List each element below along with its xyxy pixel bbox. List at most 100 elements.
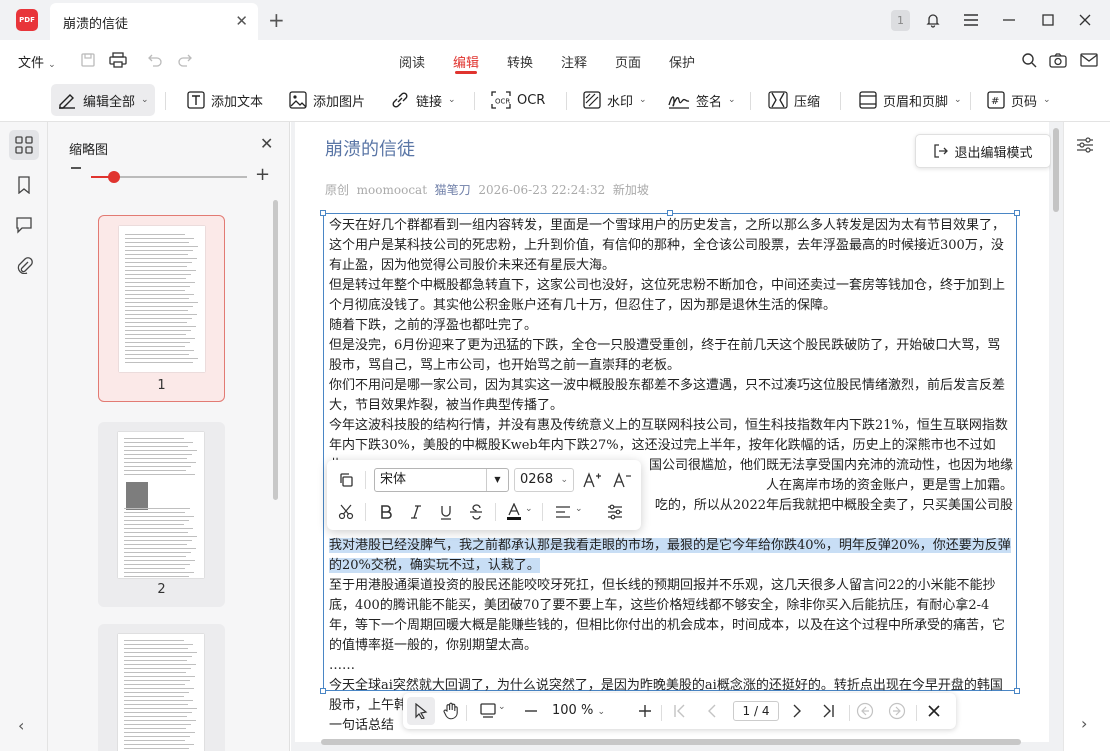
- add-image-button[interactable]: 添加图片: [283, 84, 371, 116]
- tab-read[interactable]: 阅读: [399, 52, 425, 71]
- thumbnail-scrollbar[interactable]: [273, 200, 278, 500]
- hand-icon[interactable]: [440, 700, 462, 722]
- redo-icon[interactable]: [175, 50, 195, 70]
- zoom-in-button[interactable]: [634, 700, 656, 722]
- paragraph-fragment[interactable]: 国公司很尴尬，他们既无法享受国内充沛的流动性，也因为地缘: [629, 456, 1013, 476]
- bookmark-icon[interactable]: [9, 170, 39, 200]
- italic-icon[interactable]: [405, 501, 427, 523]
- thumbnail-page-2[interactable]: 2: [98, 422, 225, 607]
- paragraph[interactable]: 你们不用问是哪一家公司，因为其实这一波中概股股东都差不多这遭遇，只不过凑巧这位股…: [329, 376, 1013, 416]
- undo-icon[interactable]: [145, 50, 165, 70]
- bold-icon[interactable]: [375, 501, 397, 523]
- cursor-icon[interactable]: [410, 700, 432, 722]
- file-menu[interactable]: 文件 ⌄: [18, 52, 56, 71]
- chevron-down-icon[interactable]: ⌄: [525, 504, 533, 514]
- notification-bell-icon[interactable]: [921, 8, 945, 32]
- tab-edit[interactable]: 编辑: [453, 52, 479, 71]
- align-left-icon[interactable]: [552, 501, 574, 523]
- selected-paragraph[interactable]: 我对港股已经没脾气，我之前都承认那是我看走眼的市场，最狠的是它今年给你跌40%，…: [329, 536, 1013, 576]
- resize-handle[interactable]: [1014, 210, 1020, 216]
- ocr-button[interactable]: OCR OCR: [485, 84, 551, 116]
- exit-edit-mode-button[interactable]: 退出编辑模式: [915, 134, 1051, 168]
- paragraph-fragment[interactable]: 人在离岸市场的资金账户，更是雪上加霜。: [629, 476, 1013, 496]
- text-selection[interactable]: 我对港股已经没脾气，我之前都承认那是我看走眼的市场，最狠的是它今年给你跌40%，…: [329, 538, 1011, 573]
- minimize-icon[interactable]: [997, 8, 1021, 32]
- save-icon[interactable]: [78, 50, 98, 70]
- font-color-icon[interactable]: [503, 501, 525, 523]
- expand-panel-icon[interactable]: ›: [1081, 714, 1087, 733]
- close-window-icon[interactable]: [1073, 8, 1097, 32]
- compress-button[interactable]: 压缩: [762, 84, 826, 116]
- underline-icon[interactable]: [435, 501, 457, 523]
- thumbnail-page-1[interactable]: 1: [98, 215, 225, 402]
- back-icon[interactable]: [854, 700, 876, 722]
- thumbnails-icon[interactable]: [9, 130, 39, 160]
- zoom-out-button[interactable]: [520, 700, 542, 722]
- strikethrough-icon[interactable]: [465, 501, 487, 523]
- paragraph[interactable]: ……: [329, 656, 1013, 676]
- view-mode-icon[interactable]: [477, 700, 499, 722]
- resize-handle[interactable]: [320, 210, 326, 216]
- new-tab-icon[interactable]: +: [268, 8, 285, 32]
- font-size-select[interactable]: 0268 ⌄: [514, 468, 574, 492]
- paragraph[interactable]: 但是没完，6月份迎来了更为迅猛的下跌，全仓一只股遭受重创，终于在前几天这个股民跌…: [329, 336, 1013, 376]
- increase-font-size-icon[interactable]: [581, 469, 603, 491]
- tab-count-badge[interactable]: 1: [891, 10, 910, 31]
- last-page-icon[interactable]: [817, 700, 839, 722]
- thumbnail-zoom-slider[interactable]: [91, 171, 247, 183]
- thumbnail-zoom-handle[interactable]: [108, 171, 121, 183]
- properties-icon[interactable]: [1076, 136, 1094, 158]
- close-tab-icon[interactable]: ✕: [235, 12, 248, 30]
- attachment-icon[interactable]: [9, 250, 39, 280]
- chevron-down-icon[interactable]: ⌄: [575, 504, 583, 514]
- cut-icon[interactable]: [335, 501, 357, 523]
- paragraph-fragment[interactable]: 吃的，所以从2022年后我就把中概股全卖了，只买美国公司股: [629, 496, 1013, 516]
- search-icon[interactable]: [1019, 50, 1039, 70]
- paragraph[interactable]: 随着下跌，之前的浮盈也都吐完了。: [329, 316, 1013, 336]
- edit-all-button[interactable]: 编辑全部 ⌄: [51, 84, 155, 116]
- mail-icon[interactable]: [1079, 50, 1099, 70]
- resize-handle[interactable]: [1014, 688, 1020, 694]
- text-settings-icon[interactable]: [604, 501, 626, 523]
- print-icon[interactable]: [108, 50, 128, 70]
- paragraph[interactable]: 但是转过年整个中概股都急转直下，这家公司也没好，这位死忠粉不断加仓，中间还卖过一…: [329, 276, 1013, 316]
- menu-icon[interactable]: [959, 8, 983, 32]
- tab-annotate[interactable]: 注释: [561, 52, 587, 71]
- first-page-icon[interactable]: [669, 700, 691, 722]
- maximize-icon[interactable]: [1036, 8, 1060, 32]
- add-text-button[interactable]: 添加文本: [181, 84, 269, 116]
- page-number-input[interactable]: 1 / 4: [733, 701, 779, 721]
- document-tab[interactable]: 崩溃的信徒 ✕: [50, 3, 258, 40]
- horizontal-scrollbar[interactable]: [321, 739, 1021, 745]
- close-panel-icon[interactable]: ✕: [260, 134, 273, 153]
- thumbnail-page-3[interactable]: [98, 624, 225, 751]
- link-button[interactable]: 链接 ⌄: [384, 84, 462, 116]
- watermark-button[interactable]: 水印 ⌄: [577, 84, 653, 116]
- header-footer-button[interactable]: 页眉和页脚 ⌄: [853, 84, 968, 116]
- chevron-down-icon[interactable]: ▼: [486, 469, 508, 491]
- paragraph[interactable]: 至于用港股通渠道投资的股民还能咬咬牙死扛，但长线的预期回报并不乐观，这几天很多人…: [329, 576, 1013, 656]
- tab-page[interactable]: 页面: [615, 52, 641, 71]
- paragraph[interactable]: 今天在好几个群都看到一组内容转发，里面是一个雪球用户的历史发言，之所以那么多人转…: [329, 216, 1013, 276]
- zoom-level-select[interactable]: 100 % ⌄: [552, 703, 605, 718]
- previous-page-icon[interactable]: [702, 700, 724, 722]
- forward-icon[interactable]: [886, 700, 908, 722]
- page-number-button[interactable]: # 页码 ⌄: [981, 84, 1057, 116]
- font-family-select[interactable]: 宋体 ▼: [374, 468, 509, 492]
- comment-icon[interactable]: [9, 210, 39, 240]
- collapse-panel-icon[interactable]: ‹: [18, 716, 24, 735]
- tab-protect[interactable]: 保护: [669, 52, 695, 71]
- signature-button[interactable]: 签名 ⌄: [662, 84, 742, 116]
- copy-icon[interactable]: [335, 469, 357, 491]
- tab-convert[interactable]: 转换: [507, 52, 533, 71]
- decrease-font-size-icon[interactable]: [611, 469, 633, 491]
- vertical-scroll-thumb[interactable]: [1053, 128, 1059, 212]
- zoom-in-icon[interactable]: +: [255, 166, 270, 184]
- vertical-scrollbar[interactable]: [1051, 122, 1060, 751]
- resize-handle[interactable]: [320, 688, 326, 694]
- camera-icon[interactable]: [1048, 50, 1068, 70]
- next-page-icon[interactable]: [785, 700, 807, 722]
- zoom-out-icon[interactable]: [71, 167, 81, 169]
- chevron-down-icon[interactable]: ⌄: [498, 702, 506, 712]
- close-nav-icon[interactable]: [923, 700, 945, 722]
